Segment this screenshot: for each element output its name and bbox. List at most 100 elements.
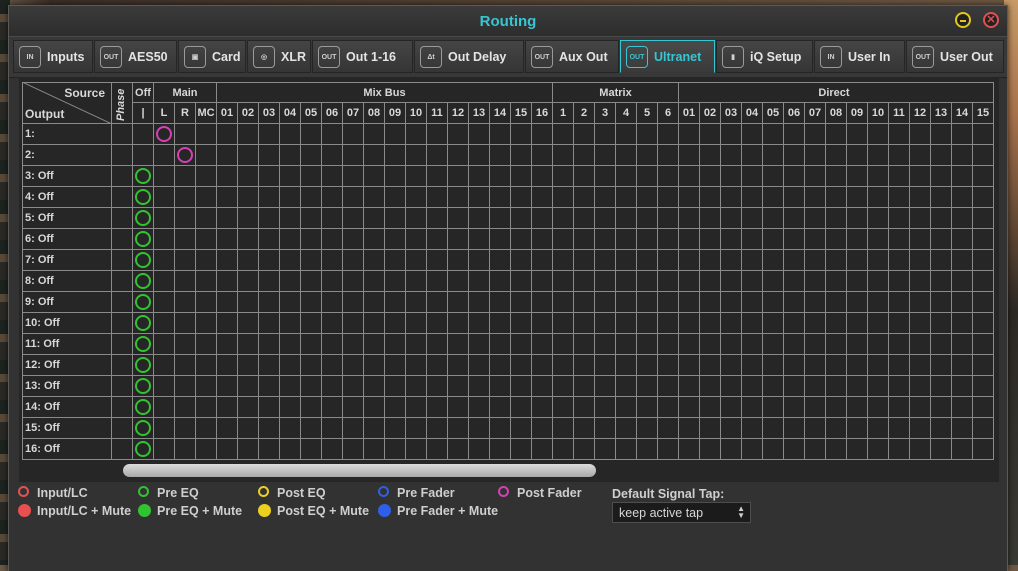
routing-cell[interactable] bbox=[469, 250, 490, 271]
routing-cell[interactable] bbox=[616, 376, 637, 397]
routing-cell[interactable] bbox=[952, 355, 973, 376]
routing-cell[interactable] bbox=[238, 166, 259, 187]
routing-cell[interactable] bbox=[490, 355, 511, 376]
routing-cell[interactable] bbox=[217, 229, 238, 250]
routing-cell[interactable] bbox=[658, 292, 679, 313]
routing-cell[interactable] bbox=[217, 124, 238, 145]
routing-cell[interactable] bbox=[931, 124, 952, 145]
routing-cell[interactable] bbox=[868, 313, 889, 334]
routing-cell[interactable] bbox=[637, 229, 658, 250]
routing-cell[interactable] bbox=[406, 355, 427, 376]
routing-cell[interactable] bbox=[574, 187, 595, 208]
routing-cell[interactable] bbox=[490, 334, 511, 355]
routing-cell[interactable] bbox=[784, 334, 805, 355]
routing-cell[interactable] bbox=[847, 208, 868, 229]
routing-cell[interactable] bbox=[868, 166, 889, 187]
routing-cell[interactable] bbox=[301, 439, 322, 460]
routing-cell[interactable] bbox=[700, 145, 721, 166]
routing-cell[interactable] bbox=[637, 334, 658, 355]
routing-cell[interactable] bbox=[385, 397, 406, 418]
routing-cell[interactable] bbox=[931, 418, 952, 439]
routing-cell[interactable] bbox=[301, 187, 322, 208]
routing-cell[interactable] bbox=[532, 187, 553, 208]
routing-cell[interactable] bbox=[616, 292, 637, 313]
routing-cell[interactable] bbox=[322, 334, 343, 355]
routing-cell[interactable] bbox=[343, 271, 364, 292]
routing-cell[interactable] bbox=[889, 208, 910, 229]
routing-cell[interactable] bbox=[721, 229, 742, 250]
routing-cell[interactable] bbox=[868, 418, 889, 439]
routing-cell[interactable] bbox=[364, 229, 385, 250]
routing-cell[interactable] bbox=[175, 124, 196, 145]
routing-cell[interactable] bbox=[532, 334, 553, 355]
routing-cell[interactable] bbox=[490, 292, 511, 313]
routing-cell[interactable] bbox=[448, 397, 469, 418]
routing-cell[interactable] bbox=[868, 439, 889, 460]
routing-cell[interactable] bbox=[910, 166, 931, 187]
routing-cell[interactable] bbox=[469, 334, 490, 355]
routing-cell[interactable] bbox=[763, 250, 784, 271]
routing-cell[interactable] bbox=[175, 376, 196, 397]
routing-cell[interactable] bbox=[322, 439, 343, 460]
routing-cell[interactable] bbox=[805, 439, 826, 460]
routing-cell[interactable] bbox=[553, 376, 574, 397]
routing-cell[interactable] bbox=[364, 439, 385, 460]
routing-cell[interactable] bbox=[952, 376, 973, 397]
routing-cell[interactable] bbox=[427, 439, 448, 460]
routing-cell[interactable] bbox=[868, 292, 889, 313]
routing-cell[interactable] bbox=[889, 418, 910, 439]
routing-cell[interactable] bbox=[532, 229, 553, 250]
routing-cell[interactable] bbox=[679, 334, 700, 355]
routing-cell[interactable] bbox=[406, 187, 427, 208]
routing-cell[interactable] bbox=[217, 355, 238, 376]
routing-cell[interactable] bbox=[217, 376, 238, 397]
routing-cell[interactable] bbox=[196, 376, 217, 397]
routing-cell[interactable] bbox=[427, 166, 448, 187]
routing-cell[interactable] bbox=[679, 355, 700, 376]
routing-cell[interactable] bbox=[448, 313, 469, 334]
routing-cell[interactable] bbox=[931, 145, 952, 166]
routing-cell[interactable] bbox=[700, 313, 721, 334]
routing-cell[interactable] bbox=[658, 271, 679, 292]
routing-cell[interactable] bbox=[637, 292, 658, 313]
routing-cell[interactable] bbox=[238, 355, 259, 376]
routing-cell[interactable] bbox=[448, 229, 469, 250]
routing-cell[interactable] bbox=[805, 250, 826, 271]
routing-cell[interactable] bbox=[931, 208, 952, 229]
routing-cell[interactable] bbox=[679, 208, 700, 229]
routing-cell[interactable] bbox=[385, 208, 406, 229]
routing-cell[interactable] bbox=[616, 124, 637, 145]
phase-cell[interactable] bbox=[112, 313, 133, 334]
routing-cell[interactable] bbox=[154, 418, 175, 439]
phase-cell[interactable] bbox=[112, 376, 133, 397]
routing-cell[interactable] bbox=[406, 124, 427, 145]
routing-cell[interactable] bbox=[406, 208, 427, 229]
tab-out-delay[interactable]: Δt Out Delay bbox=[414, 40, 524, 73]
routing-cell[interactable] bbox=[973, 229, 994, 250]
routing-cell[interactable] bbox=[385, 124, 406, 145]
routing-cell[interactable] bbox=[196, 418, 217, 439]
routing-cell[interactable] bbox=[280, 187, 301, 208]
routing-cell[interactable] bbox=[637, 313, 658, 334]
routing-cell[interactable] bbox=[259, 124, 280, 145]
routing-cell[interactable] bbox=[952, 145, 973, 166]
routing-cell[interactable] bbox=[448, 208, 469, 229]
routing-cell[interactable] bbox=[700, 355, 721, 376]
routing-cell[interactable] bbox=[322, 418, 343, 439]
routing-cell[interactable] bbox=[826, 250, 847, 271]
routing-cell[interactable] bbox=[448, 250, 469, 271]
routing-cell[interactable] bbox=[490, 124, 511, 145]
routing-cell[interactable] bbox=[322, 166, 343, 187]
routing-cell[interactable] bbox=[952, 124, 973, 145]
routing-cell[interactable] bbox=[616, 229, 637, 250]
routing-cell[interactable] bbox=[301, 292, 322, 313]
routing-cell[interactable] bbox=[742, 145, 763, 166]
routing-cell[interactable] bbox=[826, 355, 847, 376]
routing-cell[interactable] bbox=[910, 124, 931, 145]
routing-cell[interactable] bbox=[763, 187, 784, 208]
routing-cell[interactable] bbox=[343, 313, 364, 334]
routing-cell[interactable] bbox=[322, 355, 343, 376]
routing-cell[interactable] bbox=[196, 292, 217, 313]
routing-cell[interactable] bbox=[805, 397, 826, 418]
routing-cell[interactable] bbox=[868, 355, 889, 376]
